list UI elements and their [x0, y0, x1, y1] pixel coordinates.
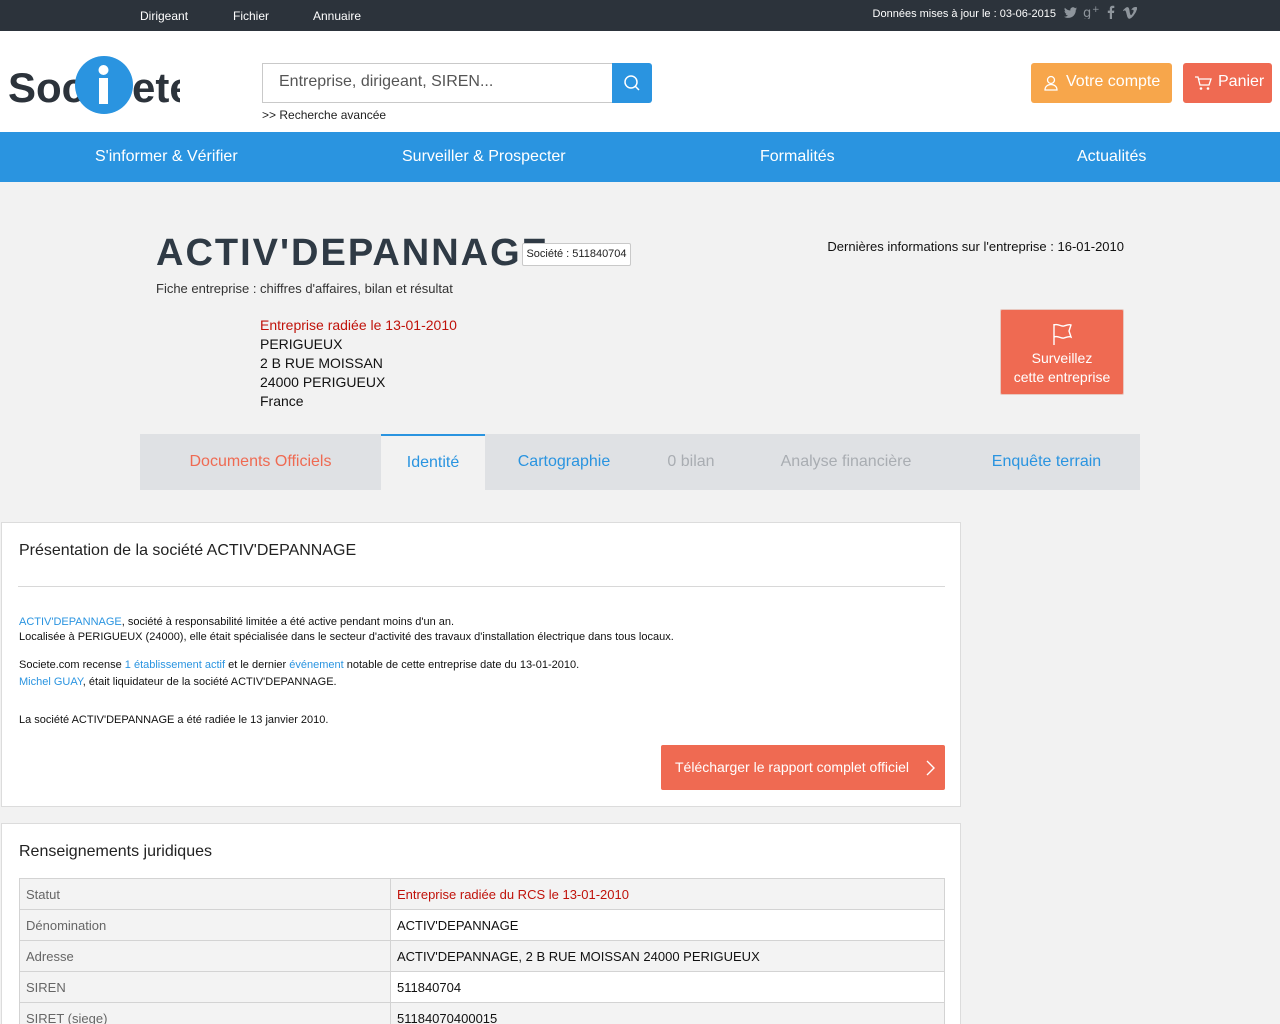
text: , était liquidateur de la société ACTIV'…	[82, 676, 337, 688]
row-value: 511840704	[390, 971, 945, 1003]
top-bar: Dirigeant Fichier Annuaire Données mises…	[0, 0, 1280, 31]
text: Societe.com recense	[19, 659, 125, 671]
table-row: SIREN 511840704	[19, 971, 945, 1003]
company-subtitle: Fiche entreprise : chiffres d'affaires, …	[156, 281, 453, 296]
row-key: Statut	[19, 878, 391, 910]
tab-label: 0 bilan	[667, 453, 715, 470]
row-value: 51184070400015	[390, 1002, 945, 1024]
address-line: 2 B RUE MOISSAN	[260, 355, 383, 371]
watch-label-2: cette entreprise	[1013, 369, 1111, 385]
row-key: SIRET (siege)	[19, 1002, 391, 1024]
presentation-text-4: Michel GUAY, était liquidateur de la soc…	[19, 676, 337, 688]
nav-formalites[interactable]: Formalités	[760, 148, 835, 166]
account-button[interactable]: Votre compte	[1031, 63, 1172, 103]
tab-label: Enquête terrain	[991, 453, 1102, 470]
topbar-link-annuaire[interactable]: Annuaire	[313, 9, 361, 23]
legal-info-panel: Renseignements juridiques Statut Entrepr…	[1, 823, 961, 1024]
table-row: Statut Entreprise radiée du RCS le 13-01…	[19, 878, 945, 910]
text: notable de cette entreprise date du 13-0…	[343, 659, 580, 671]
event-link[interactable]: événement	[289, 659, 343, 671]
google-plus-icon[interactable]: g +	[1083, 5, 1101, 23]
tab-label: Identité	[406, 454, 460, 471]
legal-info-title: Renseignements juridiques	[19, 843, 212, 860]
company-status: Entreprise radiée le 13-01-2010	[260, 317, 457, 333]
site-header: Soc ete Entreprise, dirigeant, SIREN... …	[0, 31, 1280, 132]
establishment-link[interactable]: 1 établissement actif	[125, 659, 225, 671]
tab-label: Analyse financière	[780, 453, 912, 470]
company-link[interactable]: ACTIV'DEPANNAGE	[19, 616, 122, 628]
presentation-panel: Présentation de la société ACTIV'DEPANNA…	[1, 522, 961, 807]
table-row: SIRET (siege) 51184070400015	[19, 1002, 945, 1024]
svg-text:g: g	[1083, 6, 1091, 19]
tab-analyse-financiere[interactable]: Analyse financière	[739, 434, 953, 490]
row-key: Adresse	[19, 940, 391, 972]
svg-text:+: +	[1092, 5, 1100, 15]
cart-label: Panier	[1218, 73, 1265, 90]
siren-badge: Société : 511840704	[522, 243, 631, 266]
tab-cartographie[interactable]: Cartographie	[485, 434, 643, 490]
update-date: Données mises à jour le : 03-06-2015	[872, 8, 1056, 20]
row-key: SIREN	[19, 971, 391, 1003]
presentation-text-1: ACTIV'DEPANNAGE, société à responsabilit…	[19, 616, 454, 628]
presentation-text-2: Localisée à PERIGUEUX (24000), elle étai…	[19, 631, 674, 643]
svg-text:ete: ete	[132, 64, 180, 111]
row-value: ACTIV'DEPANNAGE	[390, 909, 945, 941]
cart-button[interactable]: Panier	[1183, 63, 1272, 103]
tab-identite[interactable]: Identité	[381, 434, 485, 490]
nav-surveiller[interactable]: Surveiller & Prospecter	[402, 148, 566, 166]
tab-documents-officiels[interactable]: Documents Officiels	[140, 434, 381, 490]
search-button[interactable]	[612, 63, 652, 103]
nav-actualites[interactable]: Actualités	[1077, 148, 1146, 166]
watch-company-button[interactable]: Surveillez cette entreprise	[1000, 309, 1124, 395]
download-report-button[interactable]: Télécharger le rapport complet officiel	[661, 745, 945, 790]
row-key: Dénomination	[19, 909, 391, 941]
tab-enquete-terrain[interactable]: Enquête terrain	[953, 434, 1140, 490]
search-icon	[624, 75, 640, 91]
presentation-text-3: Societe.com recense 1 établissement acti…	[19, 659, 579, 671]
liquidator-link[interactable]: Michel GUAY	[19, 676, 83, 688]
user-icon	[1044, 75, 1058, 91]
topbar-link-fichier[interactable]: Fichier	[233, 9, 269, 23]
search-input[interactable]: Entreprise, dirigeant, SIREN...	[262, 63, 613, 103]
last-info-date: Dernières informations sur l'entreprise …	[827, 239, 1124, 254]
account-label: Votre compte	[1066, 73, 1161, 90]
address-line: 24000 PERIGUEUX	[260, 374, 386, 390]
nav-informer[interactable]: S'informer & Vérifier	[95, 148, 238, 166]
advanced-search-link[interactable]: >> Recherche avancée	[262, 108, 386, 122]
topbar-link-dirigeant[interactable]: Dirigeant	[140, 9, 188, 23]
table-row: Adresse ACTIV'DEPANNAGE, 2 B RUE MOISSAN…	[19, 940, 945, 972]
company-tabs: Documents Officiels Identité Cartographi…	[140, 434, 1140, 490]
main-navigation: S'informer & Vérifier Surveiller & Prosp…	[0, 132, 1280, 182]
tab-bilan[interactable]: 0 bilan	[643, 434, 739, 490]
vimeo-icon[interactable]	[1121, 5, 1139, 23]
cart-icon	[1195, 76, 1212, 90]
presentation-text-5: La société ACTIV'DEPANNAGE a été radiée …	[19, 714, 329, 726]
divider	[18, 586, 945, 587]
tab-label: Cartographie	[517, 453, 611, 470]
watch-label-1: Surveillez	[1031, 350, 1093, 366]
table-row: Dénomination ACTIV'DEPANNAGE	[19, 909, 945, 941]
presentation-title: Présentation de la société ACTIV'DEPANNA…	[19, 542, 357, 559]
text: , société à responsabilité limitée a été…	[121, 616, 455, 628]
twitter-icon[interactable]	[1062, 5, 1080, 23]
tab-label: Documents Officiels	[189, 453, 332, 470]
address-line: France	[260, 393, 304, 409]
company-name: ACTIV'DEPANNAGE	[156, 232, 550, 274]
flag-icon	[1053, 323, 1073, 345]
download-label: Télécharger le rapport complet officiel	[675, 759, 909, 775]
text: et le dernier	[225, 659, 290, 671]
chevron-right-icon	[926, 760, 935, 776]
societe-logo[interactable]: Soc ete	[8, 56, 193, 118]
row-value: Entreprise radiée du RCS le 13-01-2010	[390, 878, 945, 910]
row-value: ACTIV'DEPANNAGE, 2 B RUE MOISSAN 24000 P…	[390, 940, 945, 972]
facebook-icon[interactable]	[1102, 5, 1120, 23]
legal-info-table: Statut Entreprise radiée du RCS le 13-01…	[19, 878, 945, 1024]
address-line: PERIGUEUX	[260, 336, 343, 352]
svg-text:Soc: Soc	[8, 64, 85, 111]
